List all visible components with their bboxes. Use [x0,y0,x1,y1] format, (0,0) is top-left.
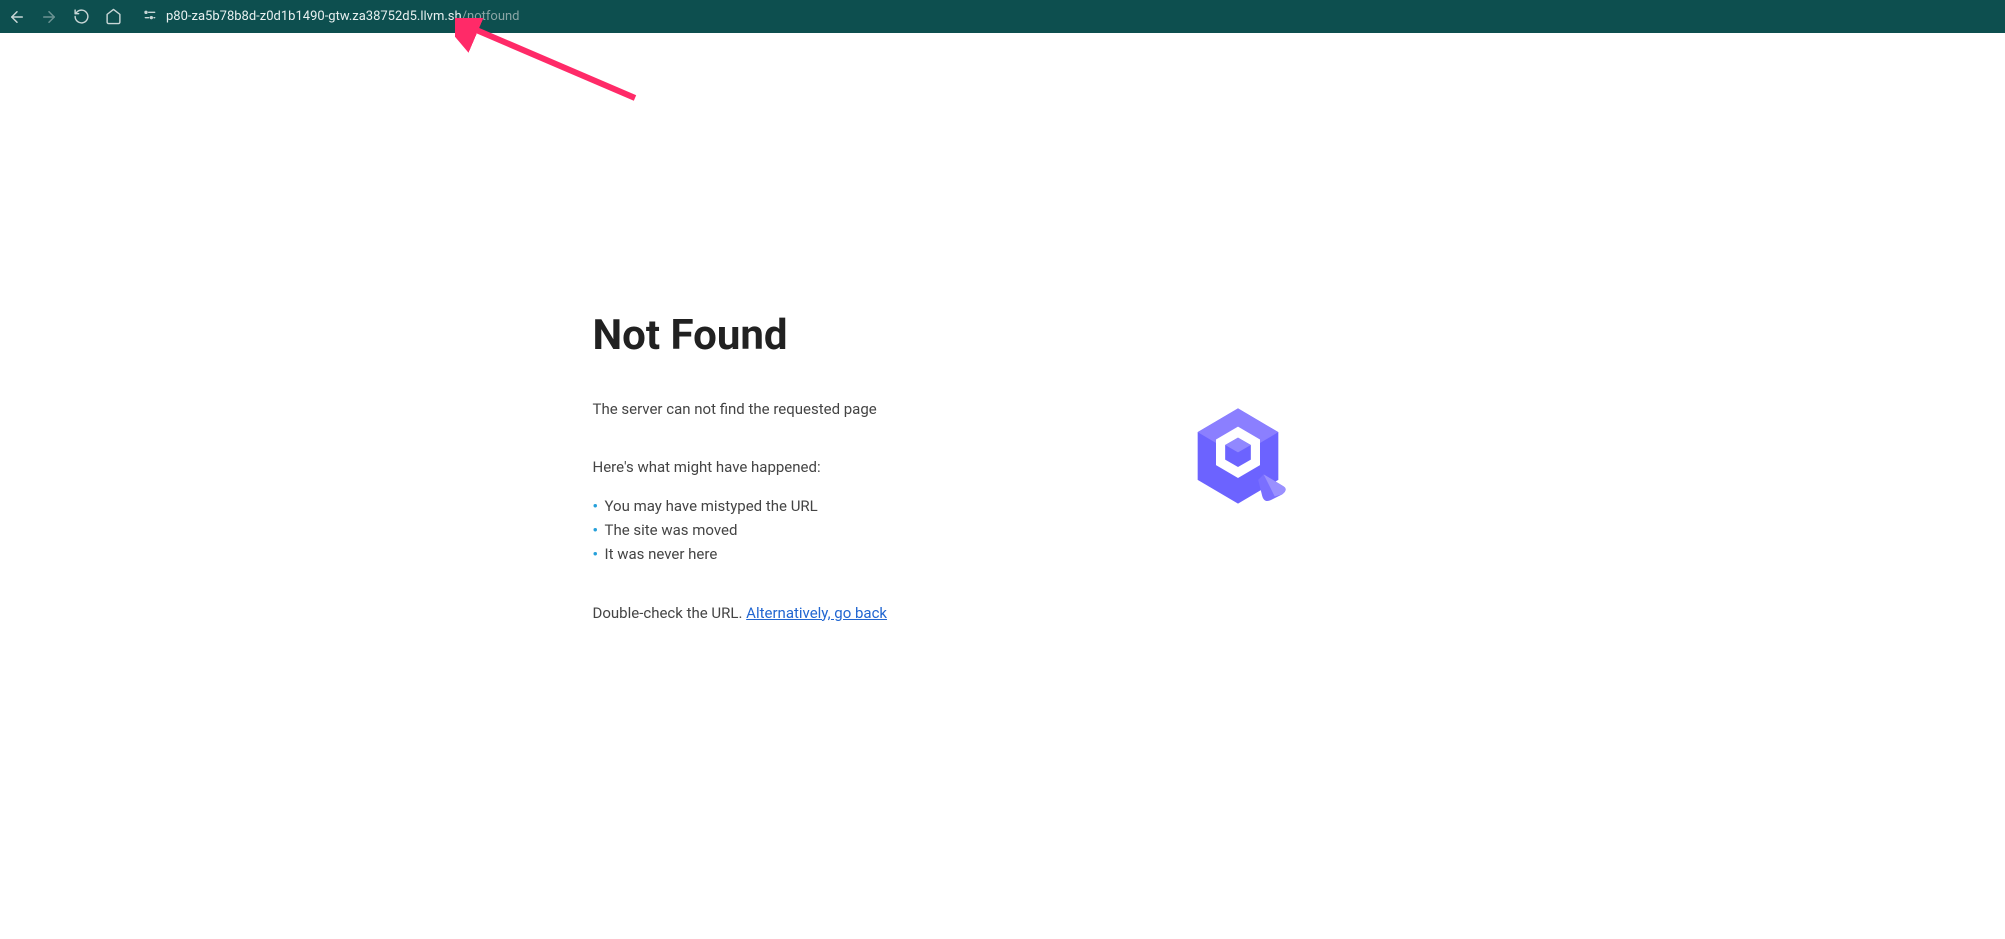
url-text: p80-za5b78b8d-z0d1b1490-gtw.za38752d5.ll… [166,9,520,24]
reload-button[interactable] [72,8,90,26]
list-item: It was never here [593,542,1413,566]
footer-text: Double-check the URL. [593,604,747,622]
error-footer: Double-check the URL. Alternatively, go … [593,604,1413,622]
back-button[interactable] [8,8,26,26]
go-back-link[interactable]: Alternatively, go back [746,604,887,622]
error-container: Not Found The server can not find the re… [593,311,1413,622]
browser-toolbar: p80-za5b78b8d-z0d1b1490-gtw.za38752d5.ll… [0,0,2005,33]
forward-button[interactable] [40,8,58,26]
site-settings-icon[interactable] [142,7,158,27]
page-content: Not Found The server can not find the re… [0,33,2005,939]
home-button[interactable] [104,8,122,26]
error-title: Not Found [593,311,1413,360]
url-path: /notfound [462,9,520,24]
quasar-logo-icon [1183,401,1293,511]
address-bar[interactable]: p80-za5b78b8d-z0d1b1490-gtw.za38752d5.ll… [142,7,520,27]
url-host: p80-za5b78b8d-z0d1b1490-gtw.za38752d5.ll… [166,9,462,24]
list-item: The site was moved [593,518,1413,542]
